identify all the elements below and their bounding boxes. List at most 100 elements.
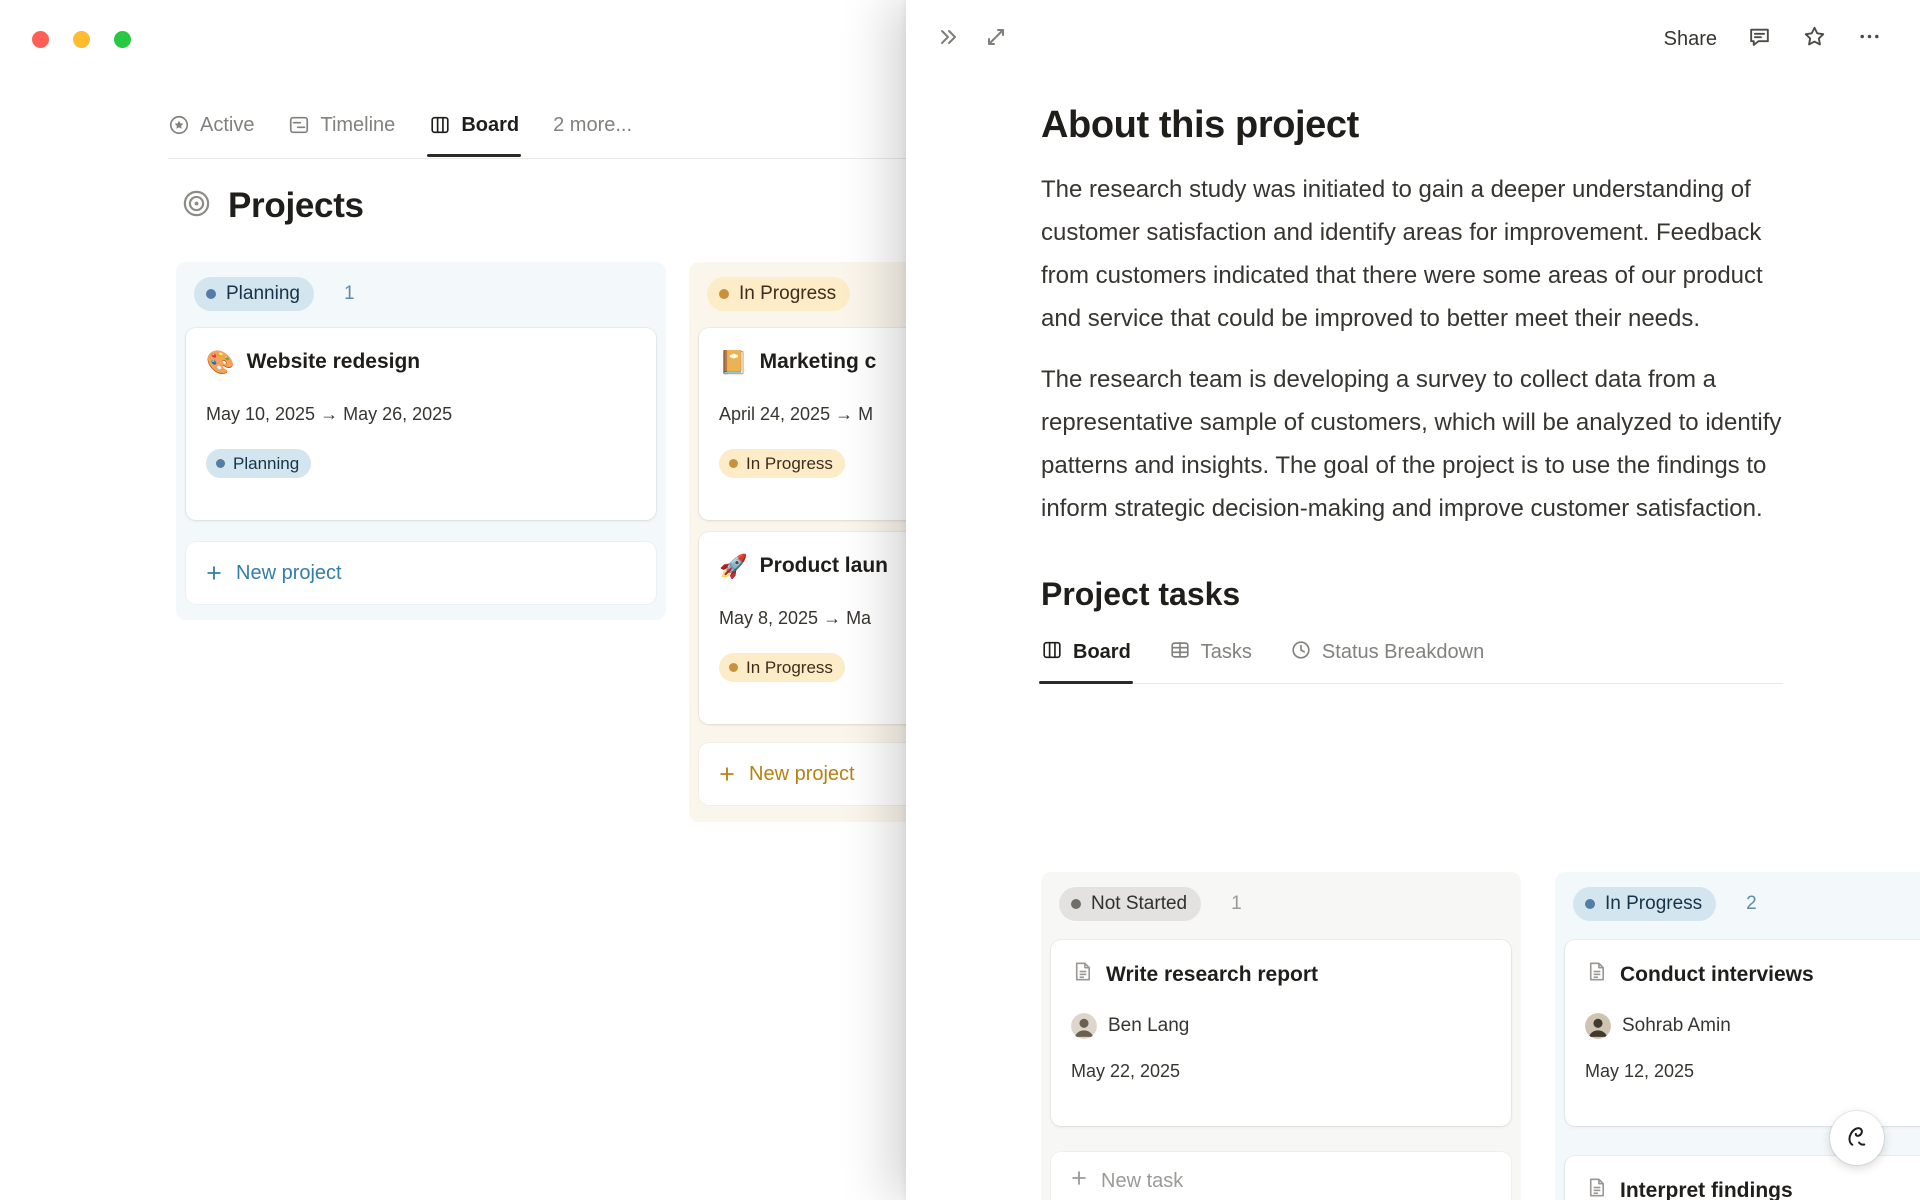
new-task-label: New task (1101, 1169, 1184, 1192)
status-pill-in-progress[interactable]: In Progress (707, 277, 851, 311)
status-label: Not Started (1091, 893, 1188, 914)
task-tab-status-breakdown[interactable]: Status Breakdown (1290, 639, 1484, 683)
database-view-tabs: Active Timeline Board 2 more... (168, 110, 632, 157)
panel-toolbar: Share (906, 0, 1920, 78)
palette-emoji-icon: 🎨 (206, 348, 235, 375)
task-tab-tasks[interactable]: Tasks (1169, 639, 1252, 683)
share-button[interactable]: Share (1664, 28, 1717, 51)
star-circle-icon (168, 114, 190, 136)
card-status-tag: In Progress (719, 449, 845, 478)
tabs-divider (168, 158, 908, 159)
view-tab-more[interactable]: 2 more... (553, 110, 632, 140)
view-tab-label: 2 more... (553, 113, 633, 136)
new-project-button[interactable]: New project (186, 542, 656, 604)
status-dot (719, 289, 729, 299)
status-label: Planning (233, 453, 300, 473)
favorite-button[interactable] (1802, 24, 1827, 54)
task-tab-label: Status Breakdown (1321, 641, 1485, 663)
column-header: Not Started 1 (1051, 886, 1511, 922)
target-icon (181, 188, 212, 224)
notebook-emoji-icon: 📔 (719, 348, 748, 375)
close-window-button[interactable] (32, 31, 49, 48)
star-icon (1802, 24, 1827, 54)
status-label: In Progress (746, 453, 833, 473)
view-tab-active[interactable]: Active (168, 110, 254, 140)
page-title-row: Projects (181, 186, 364, 226)
plus-icon (204, 563, 224, 583)
project-tasks-heading: Project tasks (1041, 575, 1241, 612)
comment-bubble-icon (1747, 24, 1772, 54)
notion-app-window: Active Timeline Board 2 more... Projects (0, 0, 1920, 1200)
status-label: In Progress (1605, 893, 1703, 914)
plus-icon (1069, 1168, 1089, 1194)
status-pill-not-started[interactable]: Not Started (1059, 887, 1202, 921)
comments-button[interactable] (1747, 24, 1772, 54)
page-icon (1585, 1176, 1608, 1200)
status-dot (1585, 899, 1595, 909)
new-project-label: New project (236, 561, 342, 584)
page-icon (1585, 960, 1608, 989)
card-date-range: May 10, 2025 → May 26, 2025 (206, 404, 453, 424)
clock-icon (1290, 639, 1312, 667)
card-title: Product laun (759, 554, 888, 577)
ai-assistant-button[interactable] (1830, 1111, 1884, 1165)
view-tab-label: Board (461, 113, 520, 136)
page-title: Projects (228, 186, 364, 225)
about-paragraph-1: The research study was initiated to gain… (1041, 175, 1763, 332)
avatar-ben-lang (1071, 1013, 1097, 1039)
ellipsis-icon (1857, 24, 1882, 54)
board-icon (429, 114, 451, 136)
status-dot (729, 663, 738, 672)
close-peek-button[interactable] (936, 25, 960, 54)
new-project-label: New project (749, 762, 855, 785)
column-count: 1 (1231, 893, 1242, 914)
board-icon (1041, 639, 1063, 667)
status-dot (206, 289, 216, 299)
view-tab-label: Timeline (320, 113, 396, 136)
view-tab-board[interactable]: Board (427, 110, 521, 157)
task-title: Conduct interviews (1620, 962, 1814, 986)
card-title: Marketing c (759, 350, 877, 373)
task-card-conduct-interviews[interactable]: Conduct interviews Sohrab Amin May 12, 2… (1565, 940, 1920, 1126)
zoom-window-button[interactable] (114, 31, 131, 48)
ai-scribble-icon (1843, 1122, 1871, 1155)
assignee-name: Ben Lang (1108, 1015, 1190, 1036)
expand-page-button[interactable] (984, 25, 1008, 54)
rocket-emoji-icon: 🚀 (719, 552, 748, 579)
status-pill-in-progress[interactable]: In Progress (1573, 887, 1717, 921)
project-card-website-redesign[interactable]: 🎨 Website redesign May 10, 2025 → May 26… (186, 328, 656, 520)
status-label: In Progress (746, 657, 833, 677)
task-due-date: May 12, 2025 (1585, 1061, 1695, 1081)
window-controls (32, 31, 131, 48)
status-label: Planning (226, 283, 300, 304)
side-peek-panel: Share About this project The research st… (906, 0, 1920, 1200)
task-column-not-started: Not Started 1 Write research report Ben … (1041, 872, 1521, 1200)
task-card-write-research-report[interactable]: Write research report Ben Lang May 22, 2… (1051, 940, 1511, 1126)
card-title: Website redesign (246, 350, 421, 373)
task-title: Write research report (1106, 962, 1319, 986)
board-column-planning: Planning 1 🎨 Website redesign May 10, 20… (176, 262, 666, 620)
about-paragraph-2: The research team is developing a survey… (1041, 365, 1782, 522)
task-tabs-divider (1041, 682, 1783, 684)
minimize-window-button[interactable] (73, 31, 90, 48)
new-task-button[interactable]: New task (1051, 1152, 1511, 1200)
column-count: 1 (343, 283, 355, 304)
double-chevron-right-icon (936, 25, 960, 54)
view-tab-timeline[interactable]: Timeline (288, 110, 395, 140)
plus-icon (717, 764, 737, 784)
panel-content: About this project The research study wa… (1039, 78, 1783, 684)
more-options-button[interactable] (1857, 24, 1882, 54)
task-tab-board[interactable]: Board (1039, 639, 1133, 684)
status-pill-planning[interactable]: Planning (194, 277, 314, 311)
task-view-tabs: Board Tasks Status Breakdown (1039, 639, 1783, 684)
view-tab-label: Active (200, 113, 255, 136)
status-dot (1071, 899, 1081, 909)
column-header: In Progress 2 (1565, 886, 1920, 922)
expand-diagonal-icon (984, 25, 1008, 54)
assignee-name: Sohrab Amin (1622, 1015, 1731, 1036)
about-heading: About this project (1041, 104, 1359, 146)
status-label: In Progress (739, 283, 837, 304)
task-due-date: May 22, 2025 (1071, 1061, 1181, 1081)
card-status-tag: Planning (206, 449, 312, 478)
status-dot (729, 459, 738, 468)
